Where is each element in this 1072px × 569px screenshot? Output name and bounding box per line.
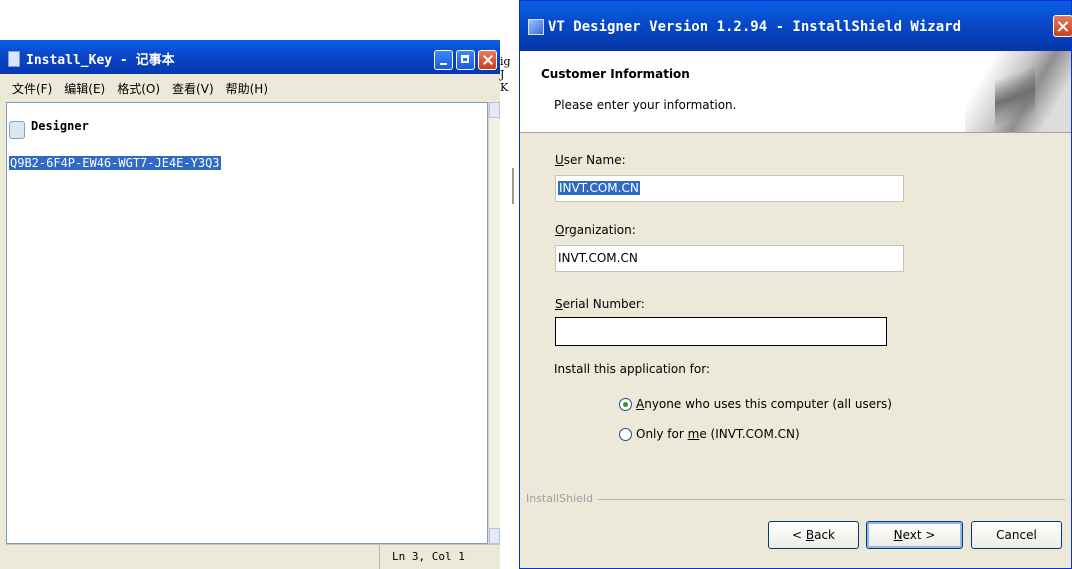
fragment-text: J (500, 68, 505, 81)
text-line-1: Designer (31, 119, 89, 133)
fragment-text: ig (500, 55, 511, 68)
page-title: Customer Information (541, 67, 690, 81)
selected-serial-key[interactable]: Q9B2-6F4P-EW46-WGT7-JE4E-Y3Q3 (9, 156, 221, 170)
page-subtitle: Please enter your information. (554, 98, 737, 112)
close-button[interactable] (478, 50, 497, 70)
status-bar: Ln 3, Col 1 (6, 544, 500, 569)
radio-only-me-label[interactable]: Only for me (INVT.COM.CN) (636, 427, 800, 441)
minimize-button[interactable] (434, 50, 453, 70)
serial-number-label: Serial Number: (555, 297, 645, 311)
fragment-text: K (500, 81, 509, 94)
next-button[interactable]: Next > (866, 521, 963, 549)
notepad-title-bar[interactable]: Install_Key - 记事本 (0, 40, 500, 74)
menu-format[interactable]: 格式(O) (117, 80, 160, 97)
installshield-wizard-window: VT Designer Version 1.2.94 - InstallShie… (519, 0, 1072, 569)
serial-number-input[interactable] (555, 317, 887, 346)
user-name-input[interactable]: INVT.COM.CN (555, 175, 904, 202)
wizard-close-button[interactable] (1053, 15, 1072, 37)
organization-label: Organization: (555, 223, 636, 237)
wizard-header-banner: Customer Information Please enter your i… (520, 51, 1071, 133)
menu-file[interactable]: 文件(F) (12, 80, 52, 97)
organization-value: INVT.COM.CN (558, 251, 638, 265)
maximize-button[interactable] (456, 50, 475, 70)
user-name-label: User Name: (555, 153, 626, 167)
vertical-scrollbar[interactable] (488, 102, 500, 544)
background-window-fragment: ig J K (500, 55, 520, 125)
menu-help[interactable]: 帮助(H) (226, 80, 268, 97)
menu-edit[interactable]: 编辑(E) (64, 80, 105, 97)
radio-all-users[interactable] (619, 398, 632, 411)
banner-graphic-icon (965, 51, 1071, 132)
user-name-value: INVT.COM.CN (558, 181, 640, 195)
notepad-window: Install_Key - 记事本 文件(F) 编辑(E) 格式(O) 查看(V… (0, 40, 500, 569)
install-for-label: Install this application for: (554, 362, 710, 376)
document-icon (9, 121, 25, 139)
notepad-icon (8, 51, 20, 67)
footer-divider (598, 499, 1065, 500)
notepad-title: Install_Key - 记事本 (26, 53, 175, 68)
radio-all-users-label[interactable]: Anyone who uses this computer (all users… (636, 397, 892, 411)
cursor-position: Ln 3, Col 1 (379, 545, 465, 569)
radio-only-me[interactable] (619, 428, 632, 441)
back-button[interactable]: < Back (768, 521, 859, 549)
wizard-title: VT Designer Version 1.2.94 - InstallShie… (548, 19, 962, 35)
scroll-up-arrow-icon[interactable] (489, 102, 500, 118)
notepad-text-area[interactable]: Designer Q9B2-6F4P-EW46-WGT7-JE4E-Y3Q3 (6, 102, 488, 544)
organization-input[interactable]: INVT.COM.CN (555, 245, 904, 272)
notepad-menu-bar: 文件(F) 编辑(E) 格式(O) 查看(V) 帮助(H) (0, 74, 500, 102)
wizard-title-bar[interactable]: VT Designer Version 1.2.94 - InstallShie… (520, 1, 1072, 51)
cancel-button[interactable]: Cancel (971, 521, 1062, 549)
scroll-down-arrow-icon[interactable] (489, 528, 500, 544)
installshield-brand: InstallShield (526, 492, 597, 505)
menu-view[interactable]: 查看(V) (172, 80, 214, 97)
installer-icon (528, 19, 544, 35)
